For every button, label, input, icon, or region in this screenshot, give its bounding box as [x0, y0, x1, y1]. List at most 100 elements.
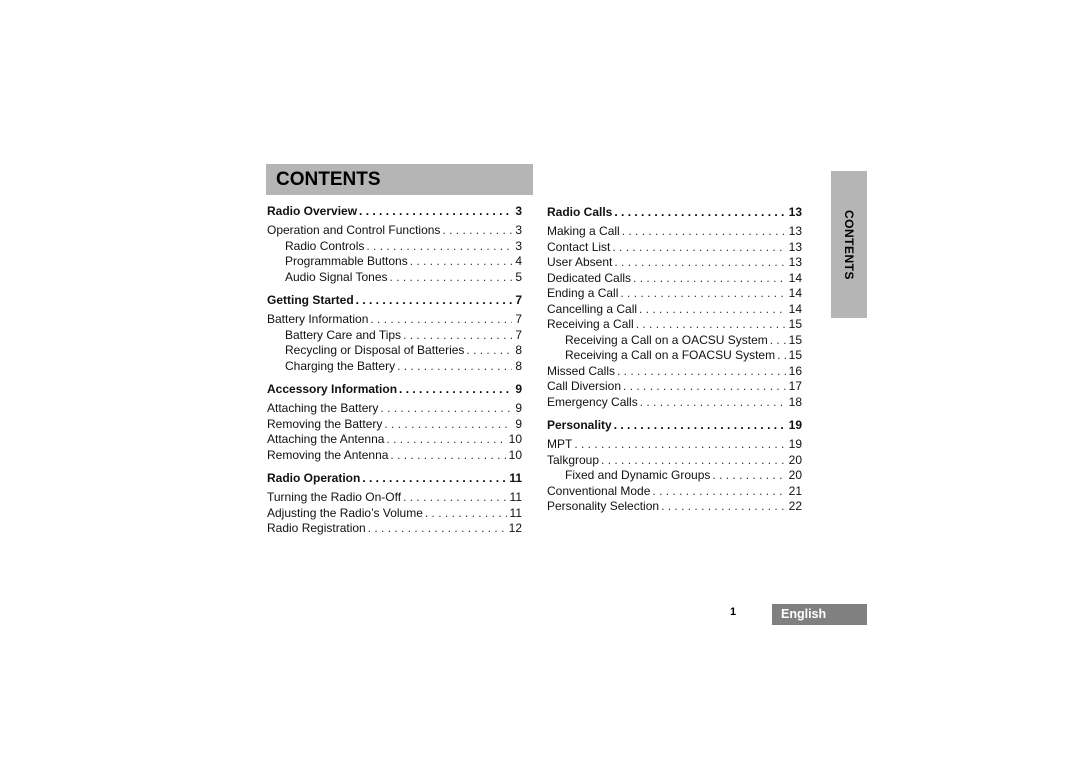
dot-leader — [610, 240, 785, 256]
toc-entry-title: Getting Started — [267, 293, 354, 307]
toc-entry[interactable]: Audio Signal Tones 5 — [267, 270, 522, 286]
toc-entry[interactable]: Removing the Antenna 10 — [267, 448, 522, 464]
toc-page-number: 14 — [788, 286, 802, 300]
toc-page-number: 9 — [515, 382, 522, 396]
contents-side-tab[interactable]: CONTENTS — [831, 171, 867, 318]
toc-page-number: 7 — [515, 312, 522, 326]
toc-section-heading[interactable]: Personality 19 — [547, 417, 802, 434]
toc-entry-title: Personality — [547, 418, 612, 432]
toc-entry-title: Receiving a Call on a OACSU System — [565, 332, 768, 347]
toc-section-heading[interactable]: Getting Started 7 — [267, 292, 522, 309]
dot-leader — [775, 348, 786, 364]
toc-page-number: 20 — [788, 452, 802, 467]
toc-page-number: 3 — [515, 204, 522, 218]
toc-entry[interactable]: Conventional Mode 21 — [547, 484, 802, 500]
toc-entry[interactable]: Dedicated Calls 14 — [547, 271, 802, 287]
toc-entry[interactable]: Turning the Radio On-Off 11 — [267, 490, 522, 506]
toc-entry-title: Recycling or Disposal of Batteries — [285, 343, 465, 357]
dot-leader — [621, 379, 786, 395]
toc-entry[interactable]: Personality Selection 22 — [547, 499, 802, 515]
toc-entry[interactable]: Adjusting the Radio’s Volume 11 — [267, 506, 522, 522]
toc-entry[interactable]: Ending a Call 14 — [547, 286, 802, 302]
toc-page-number: 13 — [788, 205, 802, 219]
toc-entry[interactable]: Receiving a Call 15 — [547, 317, 802, 333]
toc-page-number: 13 — [788, 255, 802, 269]
toc-entry[interactable]: Attaching the Battery 9 — [267, 401, 522, 417]
toc-entry-title: Radio Operation — [267, 471, 361, 485]
dot-leader — [378, 401, 512, 417]
toc-page-number: 10 — [508, 432, 522, 446]
toc-section-heading[interactable]: Radio Operation 11 — [267, 470, 522, 487]
toc-entry[interactable]: Battery Information 7 — [267, 312, 522, 328]
dot-leader — [440, 223, 512, 239]
toc-entry[interactable]: Receiving a Call on a FOACSU System 15 — [547, 348, 802, 364]
toc-entry-title: Conventional Mode — [547, 483, 651, 498]
toc-entry-title: Audio Signal Tones — [285, 269, 388, 284]
toc-entry-title: Missed Calls — [547, 363, 616, 378]
toc-entry[interactable]: Contact List 13 — [547, 240, 802, 256]
toc-entry[interactable]: Missed Calls 16 — [547, 364, 802, 380]
toc-entry-title: Radio Registration — [267, 521, 366, 535]
toc-page-number: 20 — [788, 468, 802, 482]
toc-entry[interactable]: Call Diversion 17 — [547, 379, 802, 395]
dot-leader — [634, 317, 786, 333]
toc-entry[interactable]: Battery Care and Tips 7 — [267, 328, 522, 344]
dot-leader — [408, 254, 513, 270]
toc-page-number: 13 — [788, 224, 802, 238]
toc-section-heading[interactable]: Radio Overview 3 — [267, 203, 522, 220]
toc-entry[interactable]: Attaching the Antenna 10 — [267, 432, 522, 448]
dot-leader — [650, 484, 785, 500]
toc-entry[interactable]: Emergency Calls 18 — [547, 395, 802, 411]
dot-leader — [388, 270, 513, 286]
dot-leader — [401, 490, 506, 506]
dot-leader — [599, 453, 786, 469]
toc-entry-title: Charging the Battery — [285, 358, 396, 373]
toc-page-number: 8 — [515, 343, 522, 357]
toc-page-number: 22 — [788, 499, 802, 513]
toc-entry-title: Personality Selection — [547, 499, 660, 513]
dot-leader — [384, 432, 505, 448]
toc-entry[interactable]: Removing the Battery 9 — [267, 417, 522, 433]
toc-entry-title: Adjusting the Radio’s Volume — [267, 505, 423, 520]
toc-entry[interactable]: Fixed and Dynamic Groups 20 — [547, 468, 802, 484]
toc-entry-title: Programmable Buttons — [285, 254, 408, 268]
toc-entry[interactable]: User Absent 13 — [547, 255, 802, 271]
toc-page-number: 10 — [508, 447, 522, 462]
language-label: English — [781, 607, 827, 621]
toc-section-heading[interactable]: Radio Calls 13 — [547, 204, 802, 221]
dot-leader — [612, 204, 785, 221]
dot-leader — [612, 255, 785, 271]
dot-leader — [401, 328, 512, 344]
toc-entry[interactable]: Radio Registration 12 — [267, 521, 522, 537]
toc-page-number: 21 — [788, 483, 802, 498]
toc-page-number: 13 — [788, 239, 802, 254]
dot-leader — [710, 468, 785, 484]
toc-entry[interactable]: Operation and Control Functions 3 — [267, 223, 522, 239]
toc-entry[interactable]: Receiving a Call on a OACSU System 15 — [547, 333, 802, 349]
toc-entry[interactable]: Talkgroup 20 — [547, 453, 802, 469]
dot-leader — [368, 312, 512, 328]
toc-entry[interactable]: Radio Controls 3 — [267, 239, 522, 255]
toc-page-number: 15 — [788, 348, 802, 362]
toc-entry-title: Fixed and Dynamic Groups — [565, 468, 711, 482]
dot-leader — [638, 395, 786, 411]
dot-leader — [423, 506, 507, 522]
toc-page-number: 9 — [515, 401, 522, 415]
toc-page-number: 7 — [515, 327, 522, 342]
toc-entry-title: Attaching the Antenna — [267, 432, 385, 446]
toc-entry-title: Removing the Antenna — [267, 447, 389, 462]
toc-entry[interactable]: Recycling or Disposal of Batteries 8 — [267, 343, 522, 359]
toc-entry[interactable]: Cancelling a Call 14 — [547, 302, 802, 318]
toc-page-number: 11 — [509, 490, 522, 504]
toc-page-number: 3 — [515, 223, 522, 237]
dot-leader — [464, 343, 512, 359]
toc-entry-title: Turning the Radio On-Off — [267, 490, 402, 504]
toc-entry-title: Attaching the Battery — [267, 401, 379, 415]
toc-entry-title: Operation and Control Functions — [267, 223, 441, 237]
toc-entry[interactable]: Charging the Battery 8 — [267, 359, 522, 375]
toc-entry[interactable]: Programmable Buttons 4 — [267, 254, 522, 270]
toc-entry[interactable]: MPT 19 — [547, 437, 802, 453]
toc-entry[interactable]: Making a Call 13 — [547, 224, 802, 240]
toc-section-heading[interactable]: Accessory Information 9 — [267, 381, 522, 398]
language-tab[interactable]: English — [772, 604, 867, 625]
